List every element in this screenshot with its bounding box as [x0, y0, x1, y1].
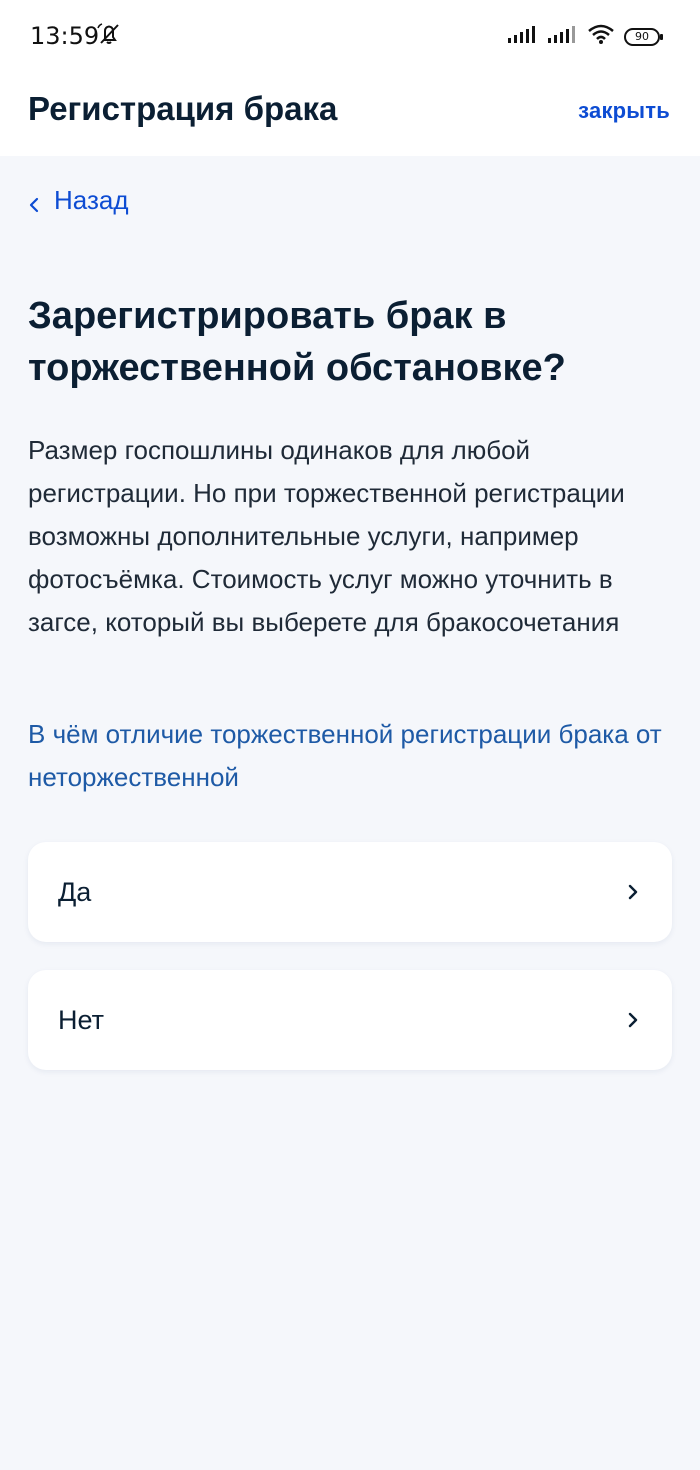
status-right-icons: 90 [508, 24, 663, 49]
notifications-muted-icon [96, 22, 124, 51]
option-label: Нет [58, 1004, 104, 1035]
app-bar: Регистрация брака закрыть [0, 70, 700, 156]
question-heading: Зарегистрировать брак в торжественной об… [28, 295, 566, 389]
wifi-icon [588, 24, 614, 49]
status-left-icons [96, 22, 124, 51]
chevron-right-icon [626, 1009, 640, 1031]
back-button[interactable]: Назад [28, 185, 129, 216]
signal-icon [548, 25, 578, 48]
signal-icon [508, 25, 538, 48]
description-text: Размер госпошлины одинаков для любой рег… [28, 435, 625, 637]
chevron-left-icon [28, 191, 40, 212]
status-bar: 13:59 90 [0, 0, 700, 70]
option-no[interactable]: Нет [28, 970, 672, 1070]
chevron-right-icon [626, 881, 640, 903]
difference-info-link[interactable]: В чём отличие торжественной регистрации … [28, 713, 668, 799]
back-label: Назад [54, 185, 129, 215]
battery-icon: 90 [624, 27, 663, 46]
option-yes[interactable]: Да [28, 842, 672, 942]
option-label: Да [58, 876, 92, 907]
page-title: Регистрация брака [28, 90, 338, 127]
status-time: 13:59 [30, 22, 100, 50]
close-button[interactable]: закрыть [578, 98, 670, 124]
